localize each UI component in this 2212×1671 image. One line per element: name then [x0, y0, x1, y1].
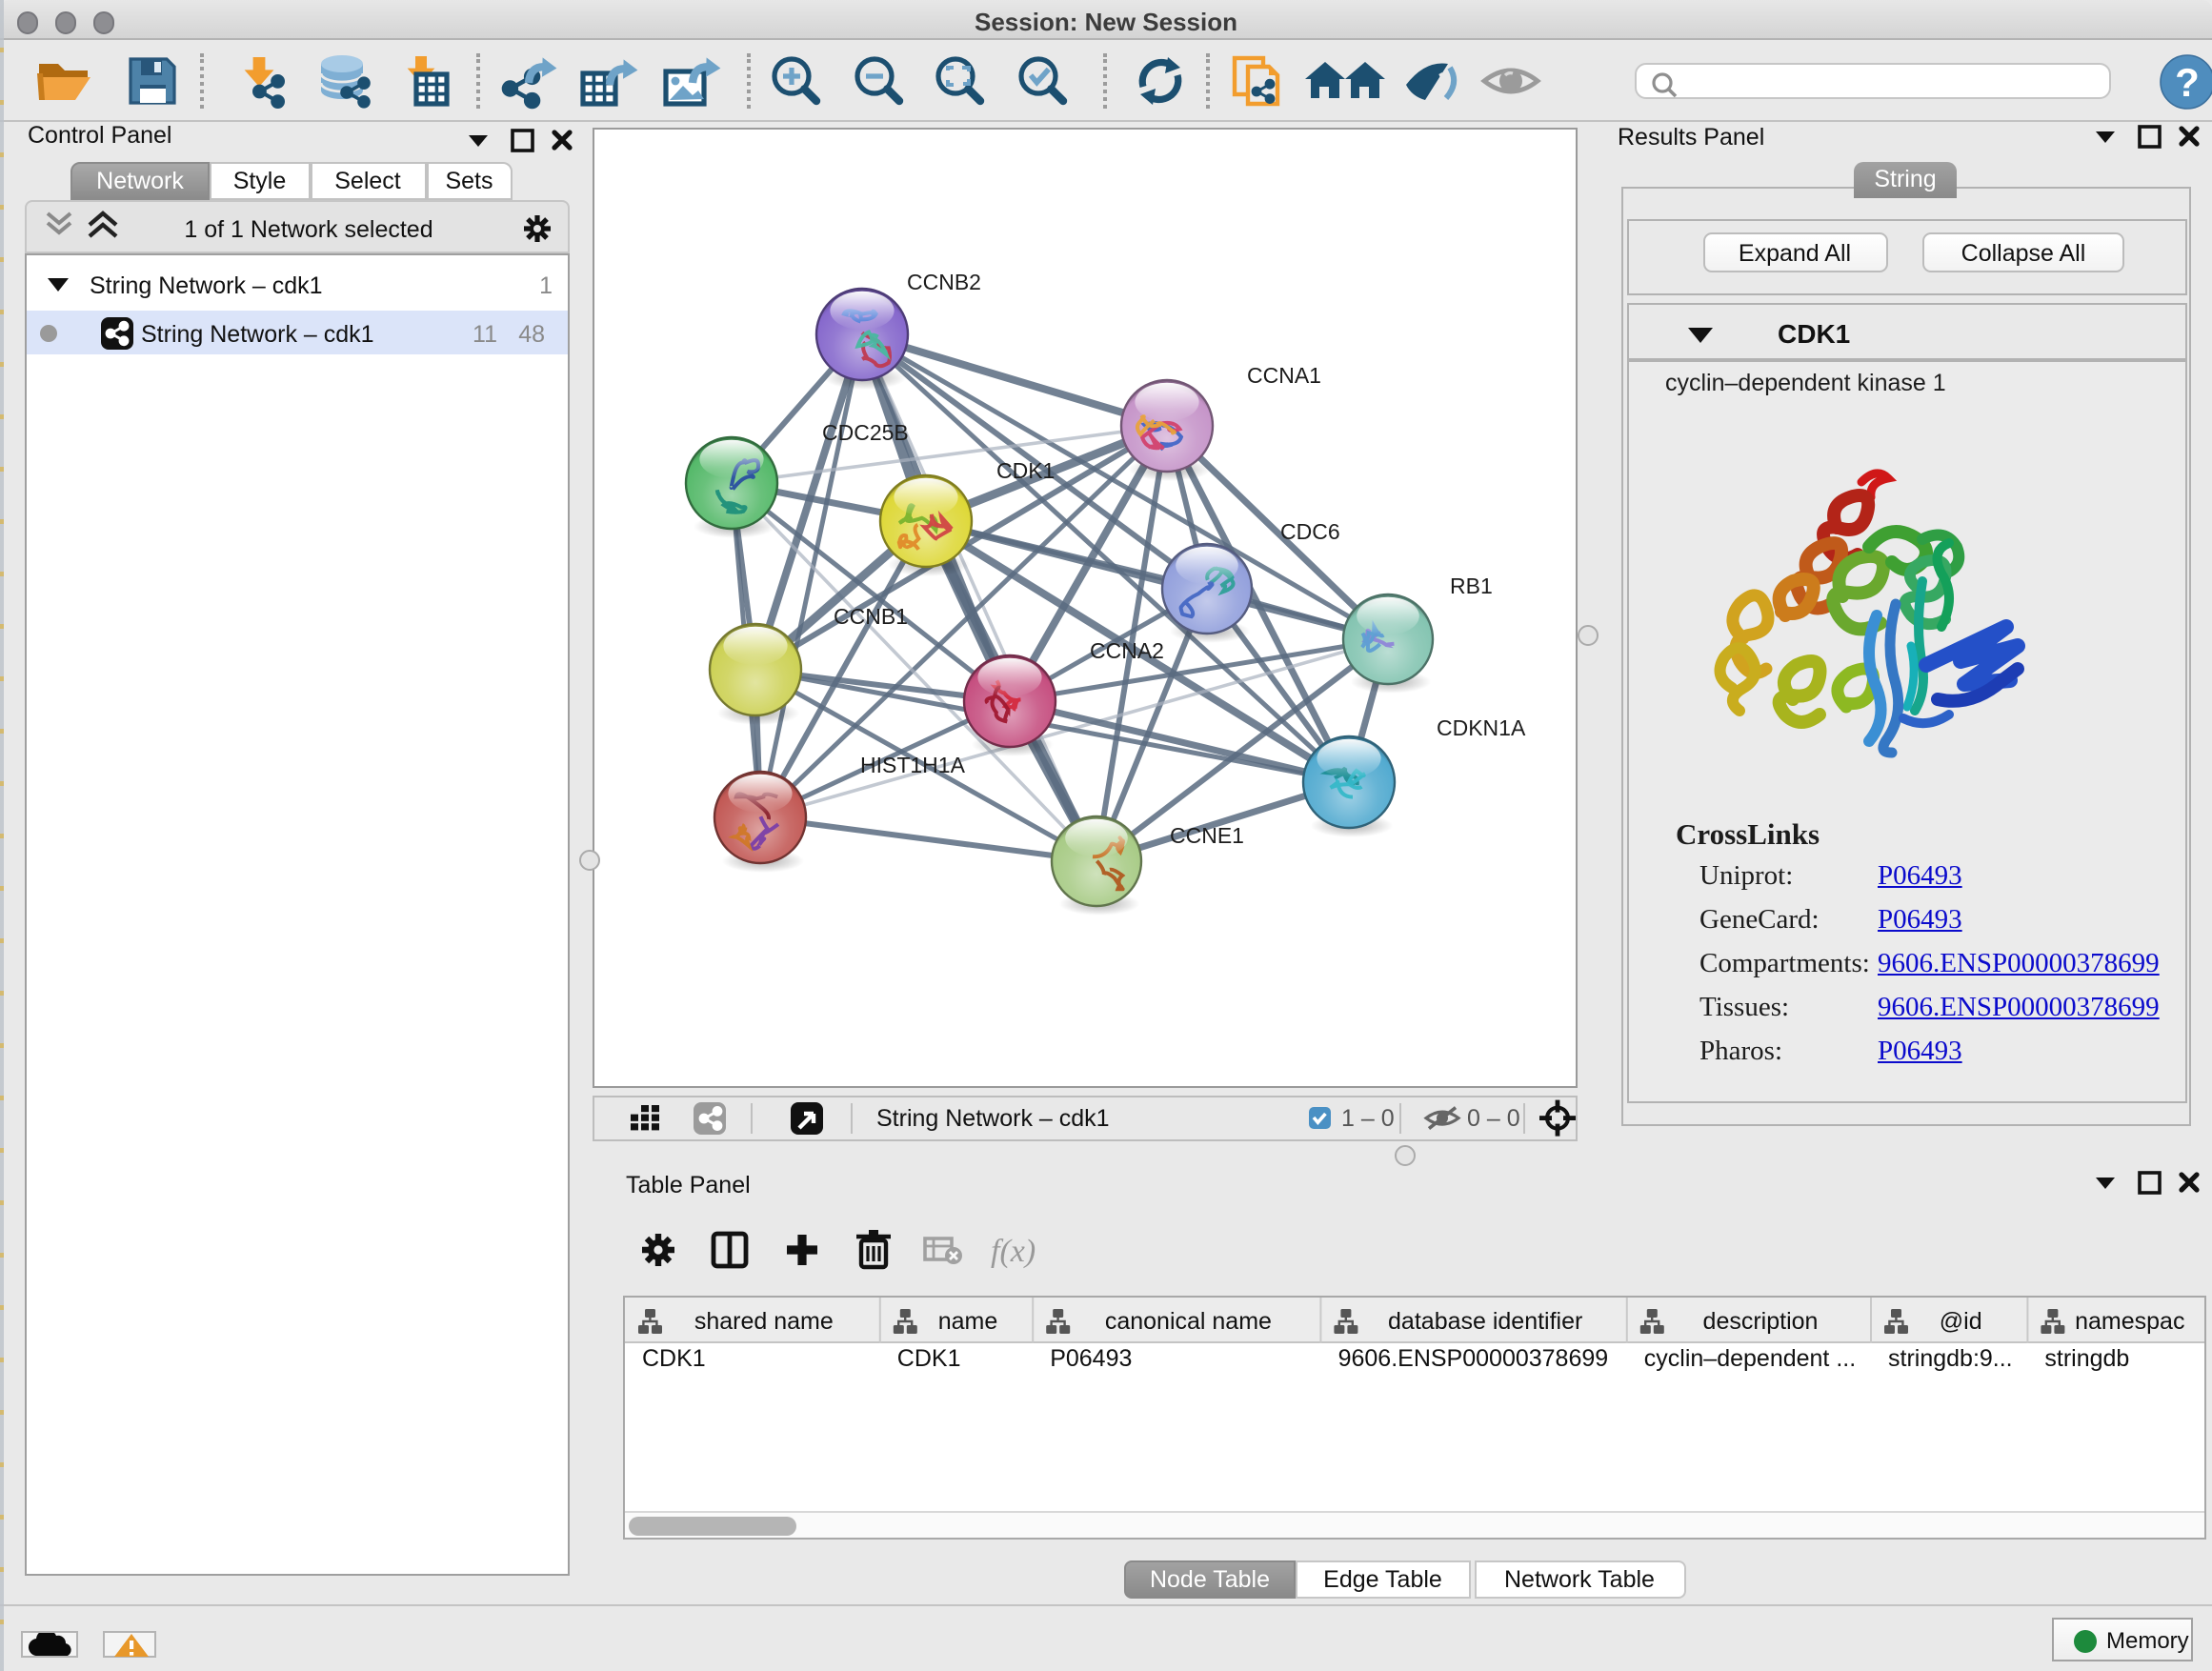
- svg-text:CDK1: CDK1: [995, 457, 1054, 482]
- svg-text:0 – 0: 0 – 0: [1466, 1104, 1519, 1131]
- svg-text:@id: @id: [1939, 1307, 1981, 1334]
- svg-text:description: description: [1702, 1307, 1818, 1334]
- svg-text:?: ?: [2175, 59, 2200, 104]
- svg-text:RB1: RB1: [1449, 573, 1492, 597]
- svg-text:CCNB1: CCNB1: [833, 603, 907, 628]
- svg-text:name: name: [937, 1307, 997, 1334]
- svg-text:CCNB2: CCNB2: [906, 269, 980, 293]
- svg-text:11: 11: [473, 321, 497, 348]
- svg-text:CDC25B: CDC25B: [821, 419, 908, 444]
- svg-text:canonical name: canonical name: [1104, 1307, 1271, 1334]
- svg-text:CCNA2: CCNA2: [1089, 637, 1163, 662]
- svg-text:1 – 0: 1 – 0: [1340, 1104, 1394, 1131]
- svg-text:48: 48: [518, 321, 545, 348]
- svg-text:CCNE1: CCNE1: [1169, 822, 1243, 847]
- svg-text:1: 1: [539, 272, 553, 299]
- svg-text:HIST1H1A: HIST1H1A: [859, 752, 965, 776]
- svg-text:String Network – cdk1: String Network – cdk1: [90, 272, 323, 299]
- svg-text:1 of 1 Network selected: 1 of 1 Network selected: [184, 216, 432, 243]
- svg-text:namespac: namespac: [2074, 1307, 2183, 1334]
- svg-text:CDC6: CDC6: [1279, 518, 1339, 543]
- svg-text:CDKN1A: CDKN1A: [1436, 715, 1525, 739]
- svg-text:database identifier: database identifier: [1387, 1307, 1581, 1334]
- svg-text:CDK1: CDK1: [1778, 318, 1850, 348]
- svg-text:CCNA1: CCNA1: [1246, 362, 1320, 387]
- svg-text:shared name: shared name: [694, 1307, 833, 1334]
- svg-text:String Network – cdk1: String Network – cdk1: [875, 1104, 1109, 1131]
- svg-text:String Network – cdk1: String Network – cdk1: [141, 321, 374, 348]
- svg-text:f(x): f(x): [991, 1234, 1036, 1269]
